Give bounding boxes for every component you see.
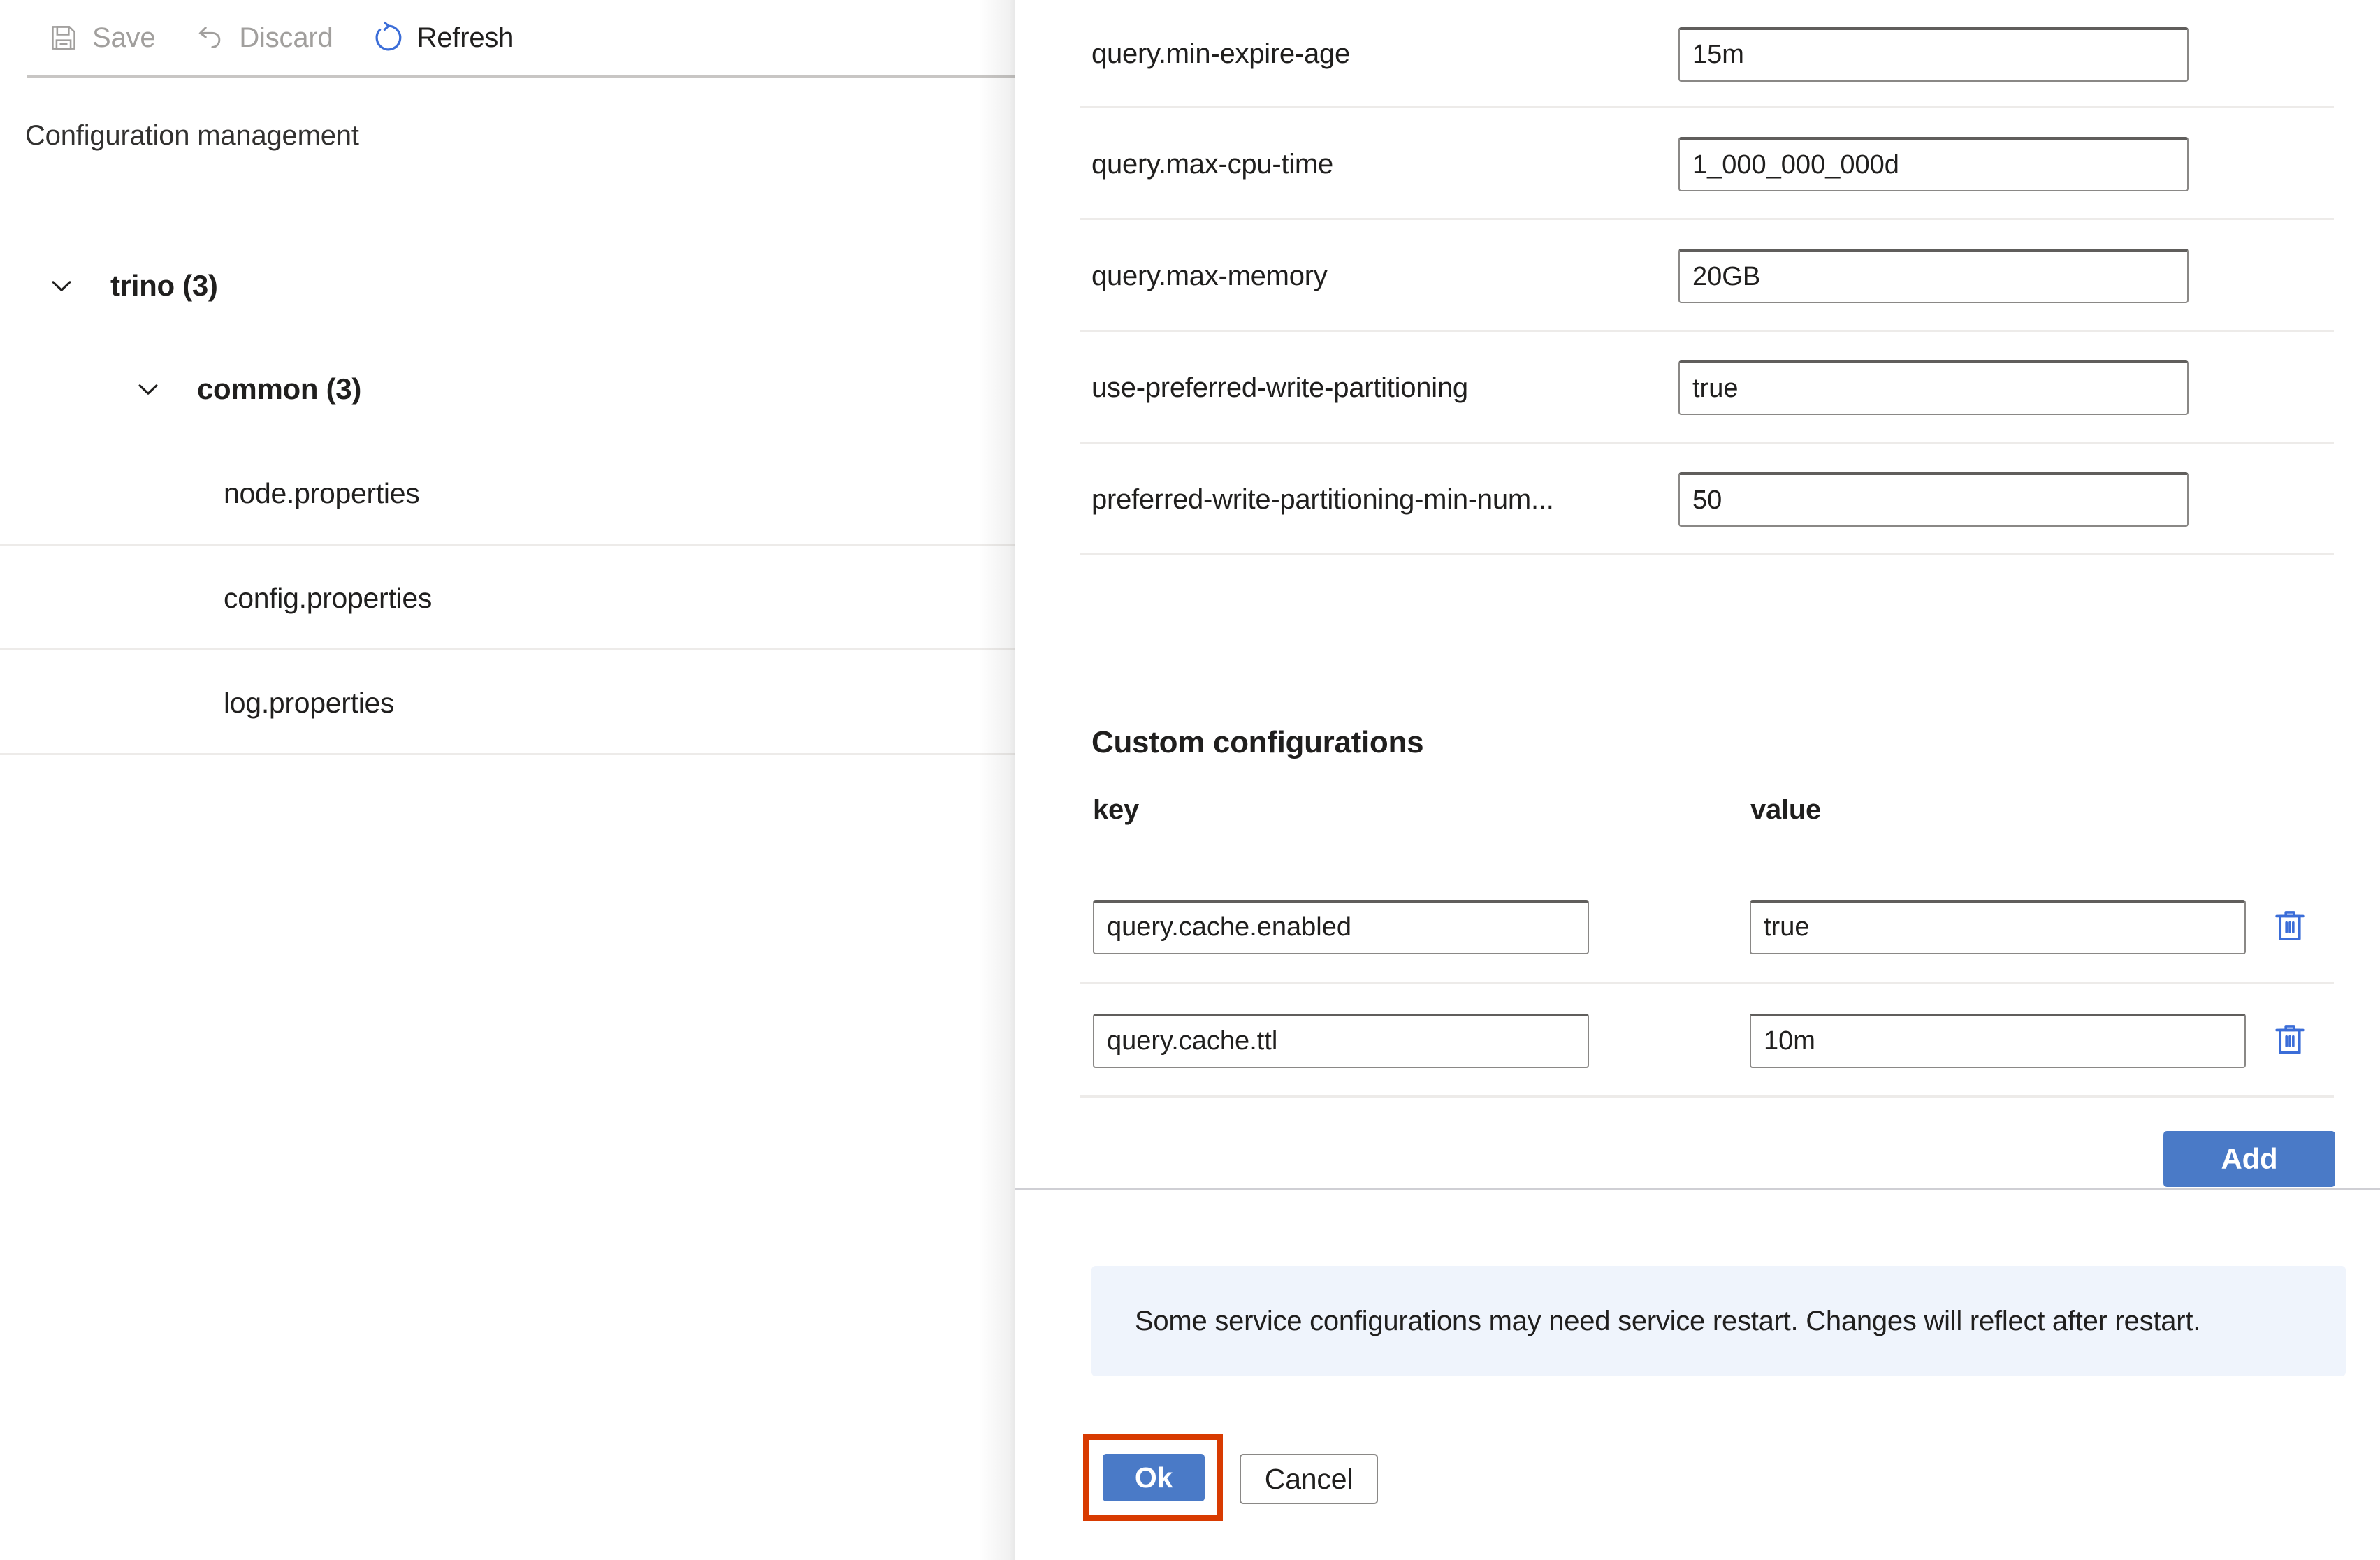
info-banner: Some service configurations may need ser… xyxy=(1091,1266,2346,1376)
custom-configurations-heading: Custom configurations xyxy=(1091,725,1424,759)
row-divider xyxy=(1080,1095,2334,1098)
config-row: use-preferred-write-partitioning xyxy=(1015,332,2380,444)
delete-row-button-1[interactable] xyxy=(2268,1019,2312,1063)
left-pane: Save Discard Refresh Configuration manag… xyxy=(0,0,1015,1560)
cancel-button[interactable]: Cancel xyxy=(1240,1454,1378,1504)
tree-item-log-properties[interactable]: log.properties xyxy=(0,650,1015,755)
tree-node-trino[interactable]: trino (3) xyxy=(0,234,1015,337)
config-label: query.min-expire-age xyxy=(1091,38,1350,69)
config-row: query.min-expire-age xyxy=(1015,0,2380,108)
config-field-list: query.min-expire-age query.max-cpu-time … xyxy=(1015,0,2380,555)
config-label: use-preferred-write-partitioning xyxy=(1091,372,1468,403)
tree-node-label: trino (3) xyxy=(110,269,218,302)
save-icon xyxy=(46,20,81,55)
custom-key-input-0[interactable] xyxy=(1093,899,1589,954)
config-label: query.max-cpu-time xyxy=(1091,148,1333,180)
custom-value-input-1[interactable] xyxy=(1750,1013,2246,1068)
discard-button[interactable]: Discard xyxy=(190,13,345,63)
undo-icon xyxy=(193,20,228,55)
page-title: Configuration management xyxy=(25,120,359,151)
config-row: query.max-cpu-time xyxy=(1015,108,2380,220)
tree-item-node-properties[interactable]: node.properties xyxy=(0,441,1015,546)
delete-row-button-0[interactable] xyxy=(2268,905,2312,949)
column-header-value: value xyxy=(1750,794,1822,825)
config-input-query-max-memory[interactable] xyxy=(1678,249,2189,303)
custom-config-list xyxy=(1015,870,2380,1098)
config-label: preferred-write-partitioning-min-num... xyxy=(1091,483,1554,515)
save-button[interactable]: Save xyxy=(43,13,168,63)
config-tree: trino (3) common (3) node.properties con… xyxy=(0,234,1015,755)
config-input-query-max-cpu-time[interactable] xyxy=(1678,137,2189,191)
toolbar-divider xyxy=(27,75,1015,78)
row-divider xyxy=(1080,553,2334,555)
config-row: preferred-write-partitioning-min-num... xyxy=(1015,444,2380,555)
tree-item-config-properties[interactable]: config.properties xyxy=(0,546,1015,650)
tree-item-label: node.properties xyxy=(224,476,420,509)
info-banner-message: Some service configurations may need ser… xyxy=(1135,1305,2201,1336)
panel-divider xyxy=(1015,1188,2380,1190)
config-input-use-preferred-write-partitioning[interactable] xyxy=(1678,360,2189,415)
custom-config-row xyxy=(1015,870,2380,984)
config-input-query-min-expire-age[interactable] xyxy=(1678,27,2189,82)
save-label: Save xyxy=(92,22,156,53)
panel-footer: Ok Cancel xyxy=(1015,1422,2380,1560)
custom-value-input-0[interactable] xyxy=(1750,899,2246,954)
config-label: query.max-memory xyxy=(1091,260,1328,291)
refresh-label: Refresh xyxy=(416,22,514,53)
trash-icon xyxy=(2270,1019,2310,1062)
chevron-down-icon[interactable] xyxy=(130,371,166,407)
chevron-down-icon[interactable] xyxy=(43,268,80,304)
command-toolbar: Save Discard Refresh xyxy=(0,0,1015,75)
config-row: query.max-memory xyxy=(1015,220,2380,332)
refresh-icon xyxy=(371,20,406,55)
row-divider xyxy=(0,753,1015,755)
config-input-preferred-write-partitioning-min-num[interactable] xyxy=(1678,472,2189,527)
tree-item-label: config.properties xyxy=(224,581,433,614)
custom-config-row xyxy=(1015,984,2380,1098)
ok-button[interactable]: Ok xyxy=(1103,1454,1205,1501)
config-detail-panel: query.min-expire-age query.max-cpu-time … xyxy=(1015,0,2380,1560)
tree-node-common[interactable]: common (3) xyxy=(0,337,1015,441)
column-header-key: key xyxy=(1093,794,1139,825)
trash-icon xyxy=(2270,905,2310,948)
refresh-button[interactable]: Refresh xyxy=(368,13,527,63)
panel-edge-shadow xyxy=(978,0,1015,1560)
tree-item-label: log.properties xyxy=(224,686,395,719)
app-root: Save Discard Refresh Configuration manag… xyxy=(0,0,2380,1560)
add-button[interactable]: Add xyxy=(2163,1131,2335,1187)
tree-node-label: common (3) xyxy=(197,372,362,405)
discard-label: Discard xyxy=(239,22,333,53)
custom-key-input-1[interactable] xyxy=(1093,1013,1589,1068)
